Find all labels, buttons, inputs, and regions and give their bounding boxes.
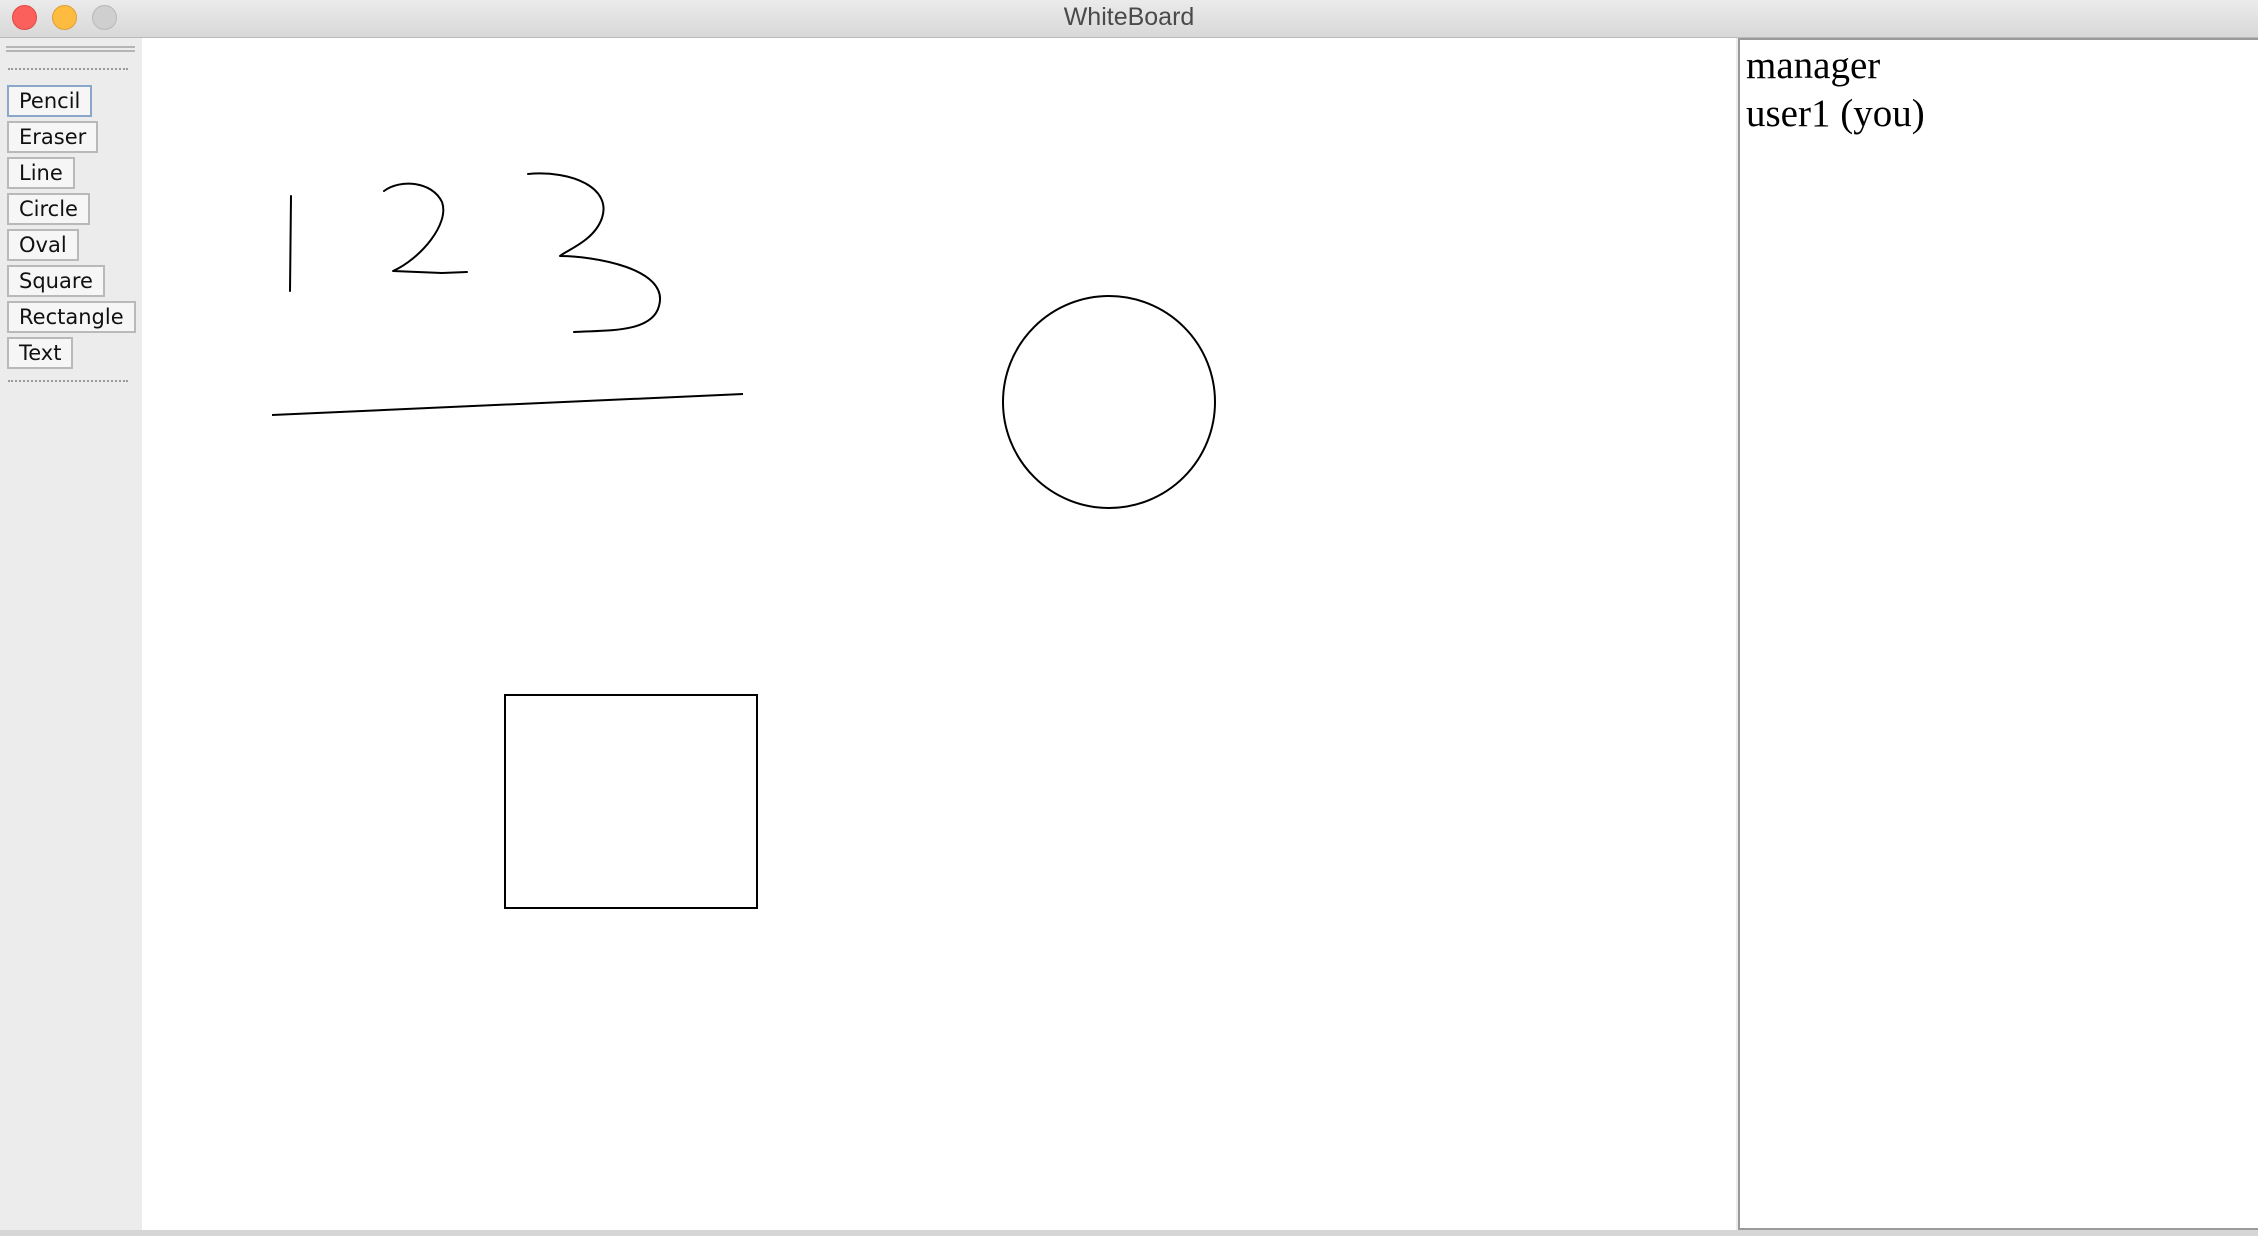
canvas-drawing bbox=[271, 172, 1216, 909]
rectangle-tool-button[interactable]: Rectangle bbox=[7, 301, 136, 333]
line-tool-button[interactable]: Line bbox=[7, 157, 75, 189]
handwritten-three bbox=[527, 172, 662, 333]
eraser-tool-button[interactable]: Eraser bbox=[7, 121, 99, 153]
user-list-item[interactable]: user1 (you) bbox=[1746, 91, 1925, 136]
text-tool-button[interactable]: Text bbox=[7, 337, 74, 369]
pencil-tool-button[interactable]: Pencil bbox=[7, 85, 93, 117]
toolbar-separator bbox=[8, 68, 128, 70]
drawn-rectangle bbox=[504, 694, 758, 909]
toolbar-drag-handle[interactable] bbox=[6, 46, 135, 52]
handwritten-one bbox=[289, 195, 292, 292]
window-bottom-edge bbox=[0, 1230, 2258, 1236]
toolbar-separator bbox=[8, 380, 128, 382]
title-bar[interactable]: WhiteBoard bbox=[0, 0, 2258, 38]
drawing-canvas[interactable] bbox=[142, 38, 1736, 1236]
handwritten-two bbox=[383, 182, 468, 274]
whiteboard-window: WhiteBoard Pencil Eraser Line Circle Ova… bbox=[0, 0, 2258, 1236]
square-tool-button[interactable]: Square bbox=[7, 265, 105, 297]
window-title: WhiteBoard bbox=[1063, 3, 1195, 31]
circle-tool-button[interactable]: Circle bbox=[7, 193, 90, 225]
user-list-item[interactable]: manager bbox=[1746, 43, 1880, 88]
drawn-line bbox=[271, 393, 744, 416]
user-list-panel: manager user1 (you) bbox=[1738, 38, 2258, 1230]
tool-toolbar: Pencil Eraser Line Circle Oval Square Re… bbox=[0, 38, 142, 1236]
oval-tool-button[interactable]: Oval bbox=[7, 229, 79, 261]
drawn-circle bbox=[1002, 295, 1216, 509]
